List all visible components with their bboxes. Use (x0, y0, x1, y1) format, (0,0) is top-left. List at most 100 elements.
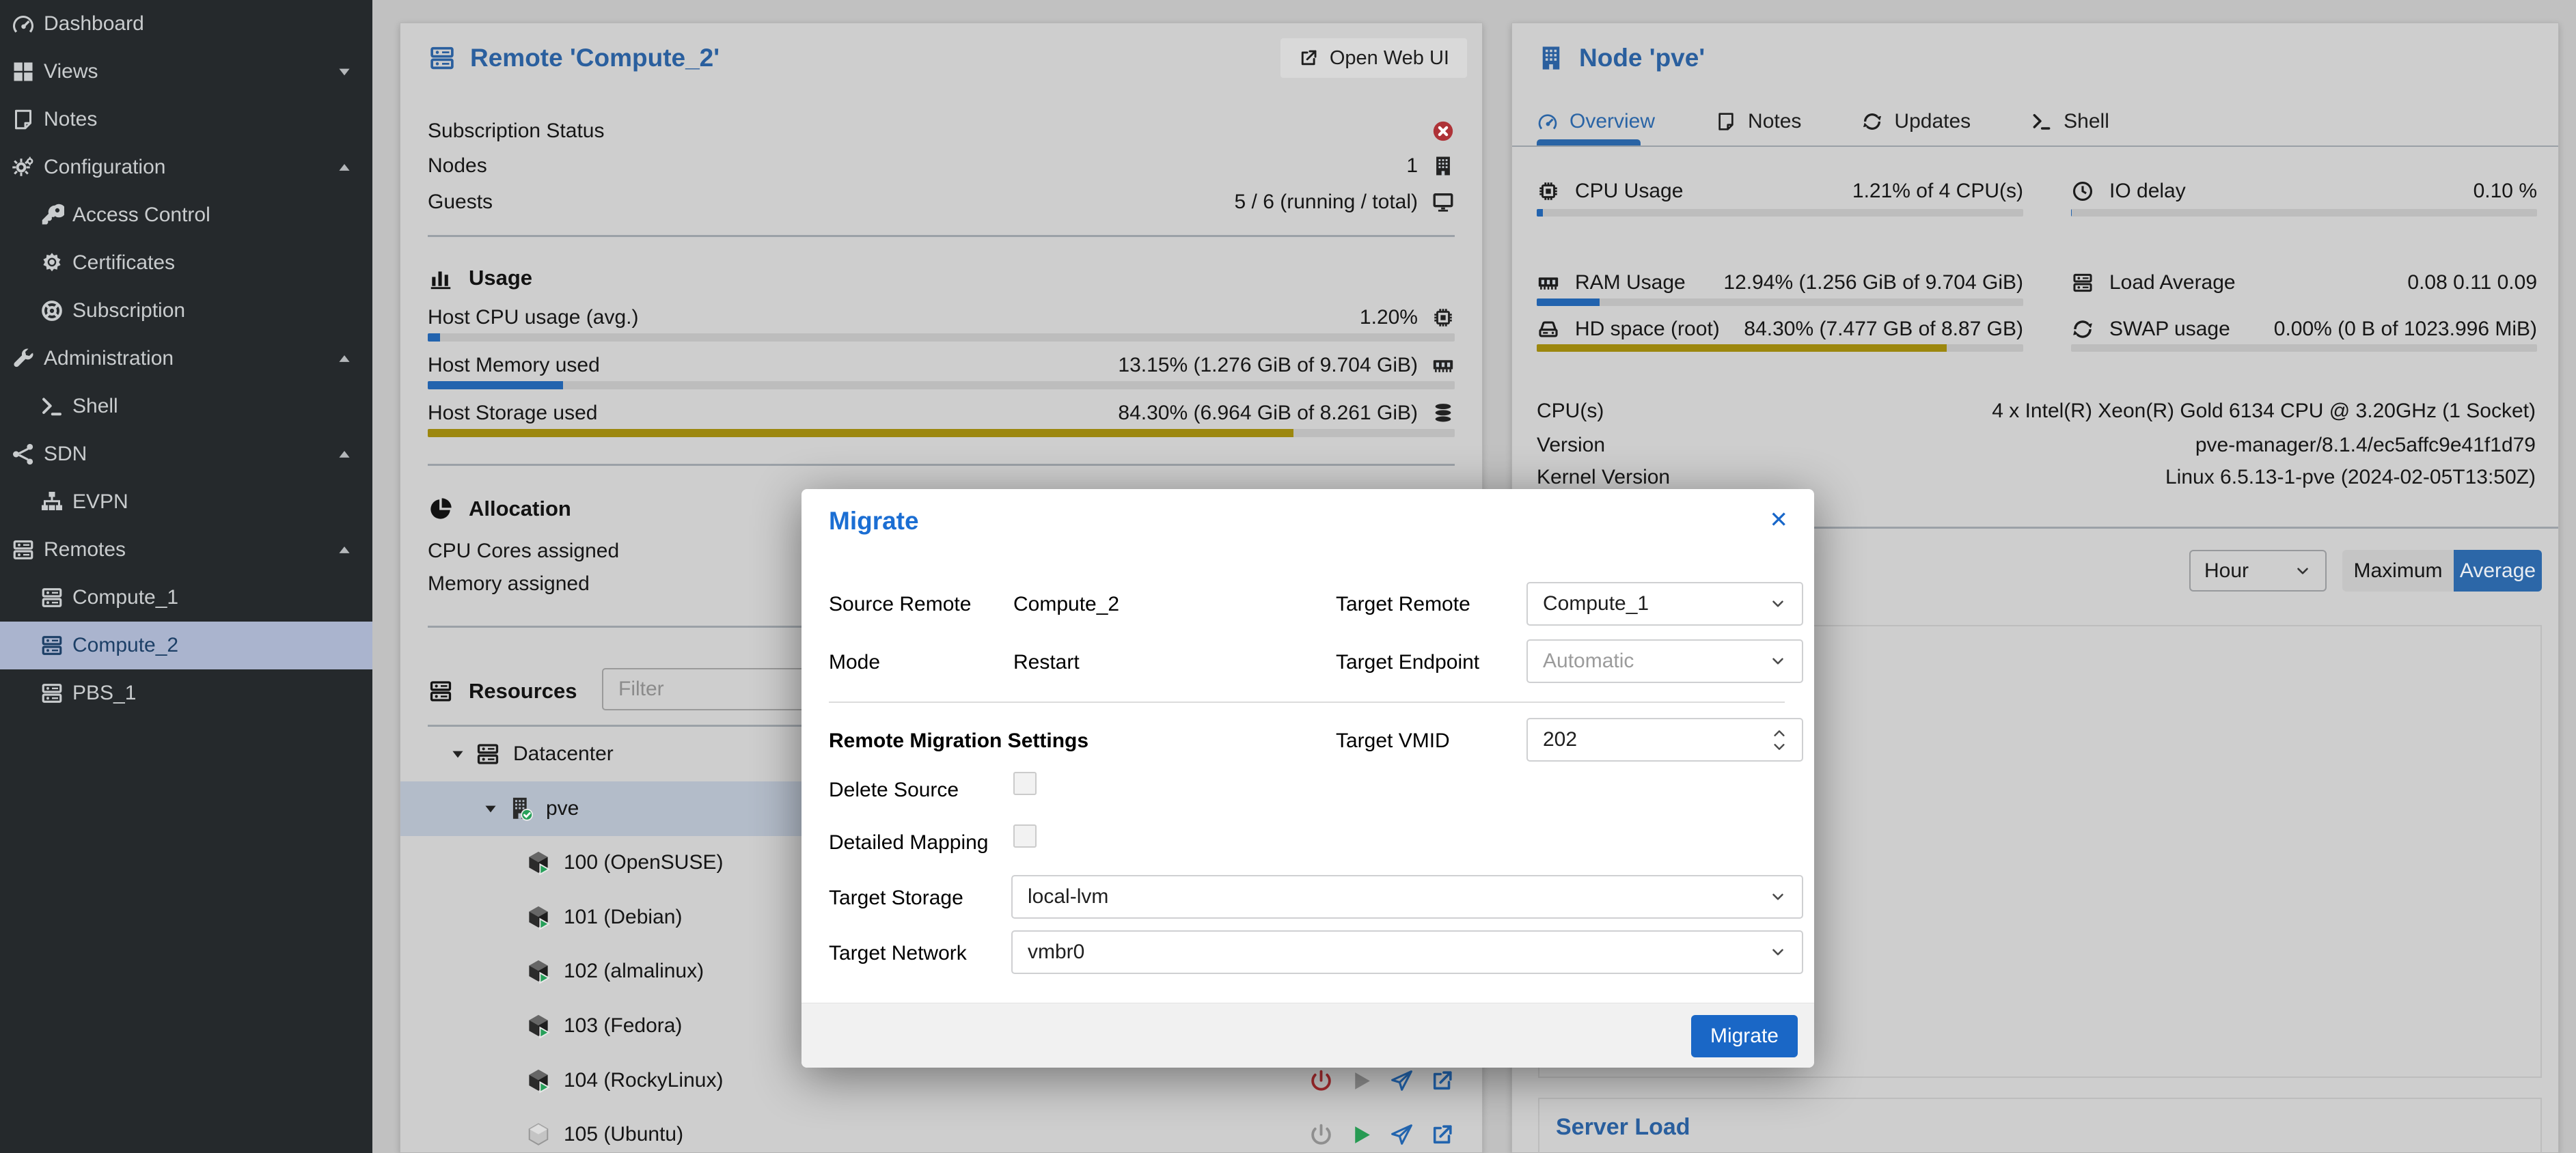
tree-item-vm-105[interactable]: 105 (Ubuntu) (400, 1107, 1482, 1153)
migrate-icon[interactable] (1389, 1122, 1414, 1148)
gauge-icon (1537, 111, 1559, 133)
sidebar-item-label: Administration (44, 347, 174, 370)
sidebar-item-sdn[interactable]: SDN (0, 430, 372, 478)
note-icon (1715, 111, 1737, 133)
host-cpu-progress (428, 333, 1455, 342)
row-label: Subscription Status (428, 120, 604, 143)
row-value: 84.30% (6.964 GiB of 8.261 GiB) (1118, 402, 1418, 425)
chevron-down-icon (335, 63, 353, 81)
open-console-icon[interactable] (1429, 1068, 1455, 1094)
sidebar-item-pbs-1[interactable]: PBS_1 (0, 669, 372, 717)
interval-select[interactable]: Hour (2189, 550, 2327, 592)
info-label: Kernel Version (1537, 466, 1670, 489)
maximum-button[interactable]: Maximum (2342, 550, 2454, 592)
tab-shell[interactable]: Shell (2031, 110, 2109, 133)
io-delay-row: IO delay 0.10 % (2071, 177, 2537, 206)
swap-usage-row: SWAP usage 0.00% (0 B of 1023.996 MiB) (2071, 315, 2537, 344)
sidebar-item-notes[interactable]: Notes (0, 96, 372, 143)
target-network-select[interactable]: vmbr0 (1011, 930, 1803, 974)
sidebar-item-configuration[interactable]: Configuration (0, 143, 372, 191)
close-icon[interactable]: ✕ (1769, 508, 1788, 531)
sidebar-item-compute-1[interactable]: Compute_1 (0, 574, 372, 622)
start-icon[interactable] (1349, 1122, 1374, 1148)
server-icon (428, 44, 456, 72)
row-label: Host Storage used (428, 402, 597, 425)
sidebar-item-access-control[interactable]: Access Control (0, 191, 372, 239)
stat-label: RAM Usage (1575, 271, 1686, 294)
tab-overview[interactable]: Overview (1537, 110, 1655, 133)
average-button[interactable]: Average (2454, 550, 2542, 592)
sidebar-item-administration[interactable]: Administration (0, 335, 372, 383)
cpu-icon (1537, 180, 1560, 203)
target-endpoint-select[interactable]: Automatic (1526, 639, 1803, 683)
shutdown-icon[interactable] (1308, 1122, 1334, 1148)
migrate-button[interactable]: Migrate (1691, 1015, 1798, 1057)
sidebar-item-remotes[interactable]: Remotes (0, 526, 372, 574)
tab-updates[interactable]: Updates (1861, 110, 1971, 133)
sidebar-item-views[interactable]: Views (0, 48, 372, 96)
server-icon (40, 633, 64, 658)
chevron-down-icon[interactable] (1772, 741, 1787, 752)
server-load-panel: Server Load (1538, 1098, 2542, 1153)
info-value: 4 x Intel(R) Xeon(R) Gold 6134 CPU @ 3.2… (1992, 400, 2536, 423)
tree-item-label: 101 (Debian) (564, 906, 682, 929)
kernel-info-row: Kernel Version Linux 6.5.13-1-pve (2024-… (1537, 463, 2536, 492)
stat-label: IO delay (2109, 180, 2186, 203)
sidebar-item-evpn[interactable]: EVPN (0, 478, 372, 526)
server-load-title: Server Load (1556, 1114, 1690, 1141)
chevron-down-icon (1769, 943, 1787, 961)
info-label: Version (1537, 434, 1605, 457)
target-remote-label: Target Remote (1336, 593, 1470, 616)
row-label: Nodes (428, 154, 487, 178)
host-storage-row: Host Storage used 84.30% (6.964 GiB of 8… (428, 399, 1455, 428)
sidebar-item-certificates[interactable]: Certificates (0, 239, 372, 287)
stat-value: 0.08 0.11 0.09 (2407, 271, 2537, 294)
caret-down-icon[interactable] (482, 800, 499, 818)
panel-title-text: Remote 'Compute_2' (470, 44, 720, 72)
row-label: Memory assigned (428, 572, 590, 596)
delete-source-checkbox[interactable] (1013, 772, 1037, 795)
swap-icon (2071, 318, 2094, 341)
chevron-up-icon (335, 158, 353, 176)
mode-label: Mode (829, 651, 880, 674)
chevron-up-icon[interactable] (1772, 728, 1787, 739)
target-storage-value: local-lvm (1028, 885, 1108, 908)
target-remote-select[interactable]: Compute_1 (1526, 582, 1803, 626)
divider (428, 235, 1455, 237)
shutdown-icon[interactable] (1308, 1068, 1334, 1094)
sidebar-item-dashboard[interactable]: Dashboard (0, 0, 372, 48)
sidebar-item-label: Notes (44, 108, 97, 131)
row-label: CPU Cores assigned (428, 540, 619, 563)
tab-label: Shell (2064, 110, 2109, 133)
caret-down-icon[interactable] (449, 745, 467, 763)
proxmox-datacenter-manager-screen: Dashboard Views Notes Configuration Acce… (0, 0, 2576, 1153)
average-label: Average (2460, 559, 2536, 583)
stat-label: Load Average (2109, 271, 2236, 294)
start-icon[interactable] (1349, 1068, 1374, 1094)
stat-value: 12.94% (1.256 GiB of 9.704 GiB) (1723, 271, 2023, 294)
subscription-status-row: Subscription Status (428, 114, 1455, 148)
server-icon (475, 741, 501, 767)
sidebar-item-shell[interactable]: Shell (0, 383, 372, 430)
migrate-icon[interactable] (1389, 1068, 1414, 1094)
target-storage-select[interactable]: local-lvm (1011, 875, 1803, 919)
target-vmid-value: 202 (1543, 728, 1577, 751)
vm-running-icon (525, 850, 551, 876)
chevron-down-icon (1769, 888, 1787, 906)
database-icon (1431, 402, 1455, 425)
sidebar-item-compute-2[interactable]: Compute_2 (0, 622, 372, 669)
info-label: CPU(s) (1537, 400, 1604, 423)
refresh-icon (1861, 111, 1883, 133)
sidebar: Dashboard Views Notes Configuration Acce… (0, 0, 372, 1153)
certificate-icon (40, 251, 64, 275)
detailed-mapping-checkbox[interactable] (1013, 824, 1037, 848)
vm-running-icon (525, 1013, 551, 1039)
sidebar-item-subscription[interactable]: Subscription (0, 287, 372, 335)
tab-notes[interactable]: Notes (1715, 110, 1801, 133)
open-console-icon[interactable] (1429, 1122, 1455, 1148)
stepper-arrows[interactable] (1772, 728, 1787, 752)
target-vmid-stepper[interactable]: 202 (1526, 718, 1803, 762)
open-web-ui-button[interactable]: Open Web UI (1280, 38, 1467, 78)
ram-usage-row: RAM Usage 12.94% (1.256 GiB of 9.704 GiB… (1537, 268, 2023, 297)
building-icon (1537, 44, 1565, 72)
